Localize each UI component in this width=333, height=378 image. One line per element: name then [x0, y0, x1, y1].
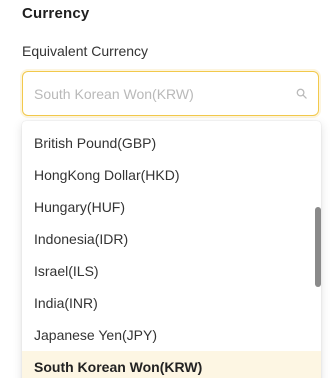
option-krw-selected[interactable]: South Korean Won(KRW) [22, 351, 321, 378]
option-jpy[interactable]: Japanese Yen(JPY) [22, 319, 321, 351]
search-icon[interactable] [294, 87, 308, 101]
equivalent-currency-label: Equivalent Currency [22, 43, 149, 59]
dropdown-scrollbar[interactable] [313, 121, 321, 378]
option-inr[interactable]: India(INR) [22, 287, 321, 319]
currency-dropdown-menu: British Pound(GBP) HongKong Dollar(HKD) … [22, 121, 321, 378]
currency-option-list: British Pound(GBP) HongKong Dollar(HKD) … [22, 121, 321, 378]
option-hkd[interactable]: HongKong Dollar(HKD) [22, 159, 321, 191]
scrollbar-thumb[interactable] [315, 207, 321, 287]
option-gbp[interactable]: British Pound(GBP) [22, 127, 321, 159]
equivalent-currency-select[interactable]: South Korean Won(KRW) [22, 71, 319, 116]
option-huf[interactable]: Hungary(HUF) [22, 191, 321, 223]
option-idr[interactable]: Indonesia(IDR) [22, 223, 321, 255]
section-title: Currency [22, 5, 90, 22]
currency-settings-panel: Currency Equivalent Currency South Korea… [0, 0, 333, 378]
option-ils[interactable]: Israel(ILS) [22, 255, 321, 287]
select-placeholder: South Korean Won(KRW) [34, 85, 194, 102]
